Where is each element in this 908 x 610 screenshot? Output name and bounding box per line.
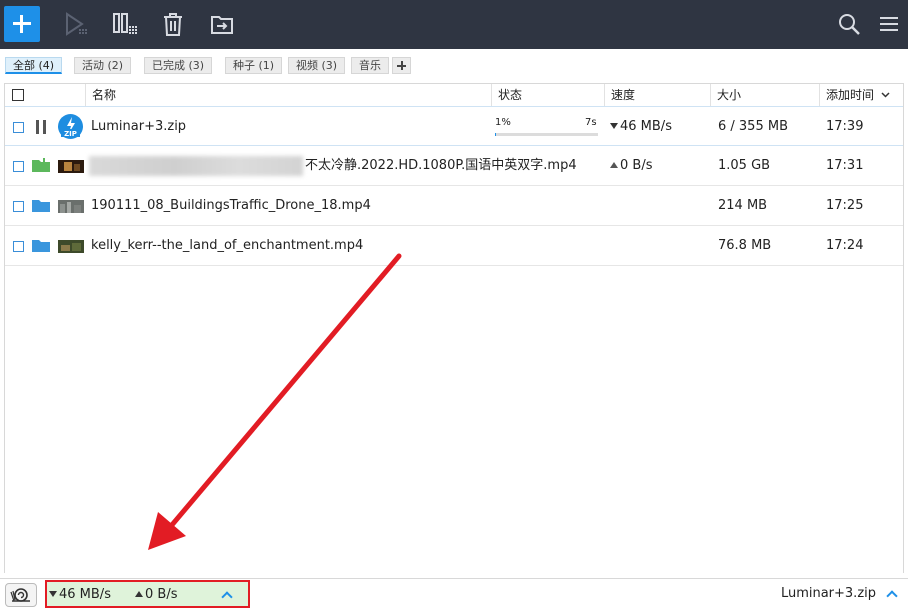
tab-completed[interactable]: 已完成 (3) (144, 57, 213, 74)
file-name: 不太冷静.2022.HD.1080P.国语中英双字.mp4 (305, 158, 577, 173)
chevron-up-icon[interactable] (886, 590, 898, 602)
column-size[interactable]: 大小 (710, 84, 819, 106)
speed-cell: 0 B/s (610, 146, 652, 186)
size-cell: 76.8 MB (718, 238, 772, 253)
upload-arrow-icon (610, 162, 618, 168)
trash-icon (164, 13, 182, 36)
download-arrow-icon (610, 123, 618, 129)
table-row[interactable]: ZIP Luminar+3.zip 1% 7s 46 MB/s 6 / 355 … (5, 106, 903, 146)
video-thumbnail (58, 160, 84, 173)
table-header: 名称 状态 速度 大小 添加时间 (5, 84, 903, 107)
file-name: Luminar+3.zip (91, 119, 187, 134)
time-cell: 17:31 (826, 158, 864, 173)
time-cell: 17:25 (826, 198, 864, 213)
row-checkbox[interactable] (13, 201, 24, 212)
up-speed-value: 0 B/s (145, 587, 178, 602)
snail-icon (10, 588, 30, 602)
select-all-checkbox[interactable] (12, 89, 24, 101)
menu-button[interactable] (876, 10, 904, 38)
hamburger-icon (880, 17, 898, 31)
video-thumbnail (58, 200, 84, 213)
delete-button[interactable] (159, 10, 187, 38)
blurred-text (89, 156, 303, 176)
speed-summary[interactable]: 46 MB/s 0 B/s (45, 580, 250, 608)
download-table: 名称 状态 速度 大小 添加时间 ZIP Luminar+3.zip 1% 7s… (4, 83, 904, 573)
file-name: 190111_08_BuildingsTraffic_Drone_18.mp4 (91, 198, 371, 213)
column-added[interactable]: 添加时间 (819, 84, 903, 106)
chevron-up-icon[interactable] (221, 591, 233, 603)
row-checkbox[interactable] (13, 161, 24, 172)
table-row[interactable]: kelly_kerr--the_land_of_enchantment.mp4 … (5, 226, 903, 266)
row-checkbox[interactable] (13, 241, 24, 252)
zip-label: ZIP (64, 130, 77, 138)
zip-file-icon: ZIP (58, 114, 83, 139)
status-bar: 46 MB/s 0 B/s Luminar+3.zip (0, 578, 908, 609)
size-cell: 214 MB (718, 198, 768, 213)
speed-value: 0 B/s (620, 158, 653, 173)
toolbar (0, 0, 908, 49)
download-arrow-icon (49, 591, 57, 597)
column-status[interactable]: 状态 (491, 84, 604, 106)
speed-limit-button[interactable] (5, 583, 37, 607)
column-speed[interactable]: 速度 (604, 84, 710, 106)
time-cell: 17:39 (826, 119, 864, 134)
play-icon (66, 12, 87, 36)
size-cell: 1.05 GB (718, 158, 771, 173)
table-row[interactable]: 不太冷静.2022.HD.1080P.国语中英双字.mp4 0 B/s 1.05… (5, 146, 903, 186)
sort-desc-icon (881, 92, 890, 98)
down-speed: 46 MB/s (49, 582, 111, 608)
add-category-button[interactable] (392, 57, 411, 74)
current-file-label: Luminar+3.zip (780, 586, 876, 601)
tab-all[interactable]: 全部 (4) (5, 57, 63, 74)
folder-arrow-icon (211, 16, 233, 34)
table-row[interactable]: 190111_08_BuildingsTraffic_Drone_18.mp4 … (5, 186, 903, 226)
time-remaining: 7s (585, 117, 597, 128)
search-button[interactable] (835, 10, 863, 38)
search-icon (839, 14, 860, 35)
video-thumbnail (58, 240, 84, 253)
category-tabs: 全部 (4) 活动 (2) 已完成 (3) 种子 (1) 视频 (3) 音乐 (0, 49, 908, 83)
open-folder-button[interactable] (208, 10, 236, 38)
tab-music[interactable]: 音乐 (351, 57, 389, 74)
folder-icon (32, 240, 50, 252)
upload-arrow-icon (135, 591, 143, 597)
speed-value: 46 MB/s (620, 119, 672, 134)
up-speed: 0 B/s (135, 582, 177, 608)
time-cell: 17:24 (826, 238, 864, 253)
tab-torrent[interactable]: 种子 (1) (225, 57, 283, 74)
size-cell: 6 / 355 MB (718, 119, 788, 134)
down-speed-value: 46 MB/s (59, 587, 111, 602)
column-added-label: 添加时间 (826, 88, 875, 102)
pause-all-button[interactable] (111, 10, 139, 38)
progress-fill (495, 133, 496, 136)
add-download-button[interactable] (4, 6, 40, 42)
pause-icon (113, 13, 137, 34)
tab-video[interactable]: 视频 (3) (288, 57, 346, 74)
row-checkbox[interactable] (13, 122, 24, 133)
torrent-folder-icon (32, 158, 50, 172)
resume-button[interactable] (62, 10, 90, 38)
folder-icon (32, 200, 50, 212)
speed-cell: 46 MB/s (610, 107, 672, 147)
tab-active[interactable]: 活动 (2) (74, 57, 132, 74)
column-name[interactable]: 名称 (85, 84, 491, 106)
file-name: kelly_kerr--the_land_of_enchantment.mp4 (91, 238, 364, 253)
progress-bar (495, 133, 598, 136)
progress-percent: 1% (495, 117, 511, 128)
pause-icon[interactable] (36, 120, 47, 134)
